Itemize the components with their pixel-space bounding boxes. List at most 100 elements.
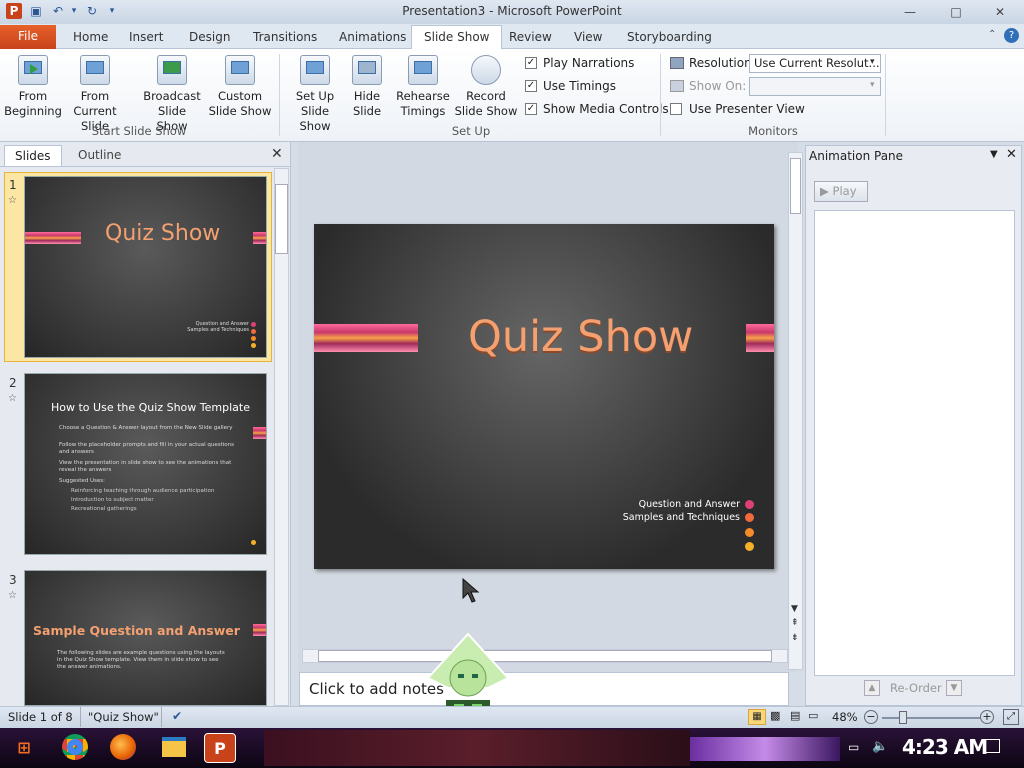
tab-outline[interactable]: Outline <box>68 145 131 167</box>
minimize-ribbon-icon[interactable]: ⌃ <box>988 29 996 40</box>
previous-slide-icon[interactable]: ⇞ <box>791 618 799 628</box>
spellcheck-icon[interactable]: ✔ <box>172 709 182 723</box>
play-narrations-checkbox[interactable]: ✓ <box>525 57 537 69</box>
current-slide[interactable]: Quiz Show Question and Answer Samples an… <box>314 224 774 569</box>
custom-slide-show-button[interactable]: Custom Slide Show <box>206 55 274 119</box>
scroll-down-icon[interactable]: ▼ <box>791 604 798 614</box>
start-button-icon[interactable]: ⊞ <box>8 733 40 763</box>
zoom-in-icon[interactable]: + <box>980 710 994 724</box>
decorative-dot <box>745 513 754 522</box>
set-up-slide-show-button[interactable]: Set Up Slide Show <box>284 55 346 134</box>
status-bar: Slide 1 of 8 "Quiz Show" ✔ ▦ ▩ ▤ ▭ 48% −… <box>0 706 1024 728</box>
slide-show-icon[interactable]: ▭ <box>808 709 818 722</box>
play-narrations-label: Play Narrations <box>543 56 635 70</box>
tab-review[interactable]: Review <box>509 29 552 49</box>
minimize-button[interactable]: — <box>888 2 932 22</box>
file-explorer-icon[interactable] <box>162 737 186 757</box>
vertical-scrollbar[interactable] <box>788 152 803 670</box>
scrollbar-thumb[interactable] <box>275 184 288 254</box>
slide-thumbnail-2[interactable]: How to Use the Quiz Show Template Choose… <box>24 373 267 555</box>
tab-slides[interactable]: Slides <box>4 145 62 167</box>
action-center-icon[interactable] <box>984 739 1000 753</box>
move-up-icon[interactable]: ▲ <box>864 680 880 696</box>
tab-file[interactable]: File <box>0 25 56 49</box>
slide-thumbnail-1[interactable]: Quiz Show Question and Answer Samples an… <box>24 176 267 358</box>
set-up-group-label: Set Up <box>451 124 491 138</box>
zoom-slider-thumb[interactable] <box>899 711 907 724</box>
from-beginning-button[interactable]: From Beginning <box>2 55 64 119</box>
next-slide-icon[interactable]: ⇟ <box>791 633 799 643</box>
use-timings-label: Use Timings <box>543 79 617 93</box>
play-icon: ▶ <box>820 184 829 198</box>
slide-counter: Slide 1 of 8 <box>8 710 73 724</box>
powerpoint-taskbar-icon[interactable]: P <box>204 733 236 763</box>
close-button[interactable]: ✕ <box>978 2 1022 22</box>
chrome-icon[interactable] <box>62 734 88 760</box>
zoom-slider[interactable] <box>882 717 980 719</box>
hide-slide-icon <box>352 55 382 85</box>
fit-to-window-icon[interactable]: ⤢ <box>1003 709 1019 725</box>
tab-design[interactable]: Design <box>189 29 230 49</box>
slide-number: 3 <box>9 573 17 587</box>
monitors-group-label: Monitors <box>748 124 798 138</box>
powerpoint-icon[interactable]: P <box>6 3 22 19</box>
network-icon[interactable]: ▭ <box>848 740 859 754</box>
animation-star-icon: ☆ <box>8 195 17 206</box>
notes-pane[interactable]: Click to add notes <box>299 672 789 706</box>
record-slide-show-button[interactable]: Record Slide Show <box>452 55 520 119</box>
close-icon[interactable]: ✕ <box>1006 147 1017 162</box>
play-button[interactable]: ▶ Play <box>814 181 868 202</box>
slide-sorter-icon[interactable]: ▩ <box>770 709 780 722</box>
slide-title[interactable]: Quiz Show <box>468 312 693 362</box>
decorative-band <box>690 737 840 761</box>
reorder-label: Re-Order <box>890 681 942 695</box>
mouse-cursor-icon <box>462 578 480 603</box>
group-separator <box>660 54 661 136</box>
slide-thumbnail-3[interactable]: Sample Question and Answer The following… <box>24 570 267 706</box>
decorative-dot <box>745 528 754 537</box>
tab-transitions[interactable]: Transitions <box>253 29 317 49</box>
zoom-level[interactable]: 48% <box>832 710 858 724</box>
redo-icon[interactable]: ↻ <box>84 3 100 19</box>
show-media-controls-checkbox[interactable]: ✓ <box>525 103 537 115</box>
undo-dropdown-icon[interactable]: ▾ <box>66 3 82 19</box>
clock[interactable]: 4:23 AM <box>902 735 988 759</box>
help-icon[interactable]: ? <box>1004 28 1019 43</box>
rehearse-timings-icon <box>408 55 438 85</box>
show-on-dropdown[interactable] <box>749 77 881 96</box>
scrollbar-thumb[interactable] <box>790 158 801 214</box>
scrollbar-thumb[interactable] <box>318 650 772 662</box>
animation-list[interactable] <box>814 210 1015 676</box>
firefox-icon[interactable] <box>110 734 136 760</box>
use-timings-checkbox[interactable]: ✓ <box>525 80 537 92</box>
presenter-view-label: Use Presenter View <box>689 102 805 116</box>
chevron-down-icon[interactable]: ▼ <box>990 149 998 160</box>
hide-slide-button[interactable]: Hide Slide <box>343 55 391 119</box>
tab-animations[interactable]: Animations <box>339 29 406 49</box>
resolution-dropdown[interactable]: Use Current Resolut... <box>749 54 881 73</box>
custom-slide-show-icon <box>225 55 255 85</box>
slide-subtitle-line[interactable]: Samples and Techniques <box>574 512 740 523</box>
from-beginning-icon <box>18 55 48 85</box>
tab-slide-show[interactable]: Slide Show <box>411 25 503 50</box>
save-icon[interactable]: ▣ <box>28 3 44 19</box>
presenter-view-checkbox[interactable] <box>670 103 682 115</box>
move-down-icon[interactable]: ▼ <box>946 680 962 696</box>
rehearse-timings-button[interactable]: Rehearse Timings <box>395 55 451 119</box>
tab-storyboarding[interactable]: Storyboarding <box>627 29 712 49</box>
tab-home[interactable]: Home <box>73 29 108 49</box>
customize-quick-access-icon[interactable]: ▾ <box>104 3 120 19</box>
reading-view-icon[interactable]: ▤ <box>790 709 800 722</box>
undo-icon[interactable]: ↶ <box>50 3 66 19</box>
monitor-icon <box>670 80 684 92</box>
close-pane-icon[interactable]: ✕ <box>271 146 283 162</box>
maximize-button[interactable]: □ <box>934 2 978 22</box>
slide-subtitle-line[interactable]: Question and Answer <box>574 499 740 510</box>
from-current-slide-button[interactable]: From Current Slide <box>64 55 126 134</box>
zoom-out-icon[interactable]: − <box>864 710 878 724</box>
tab-view[interactable]: View <box>574 29 602 49</box>
normal-view-icon[interactable]: ▦ <box>748 709 766 725</box>
volume-icon[interactable]: 🔈 <box>872 739 888 754</box>
broadcast-slide-show-button[interactable]: Broadcast Slide Show <box>141 55 203 134</box>
tab-insert[interactable]: Insert <box>129 29 163 49</box>
